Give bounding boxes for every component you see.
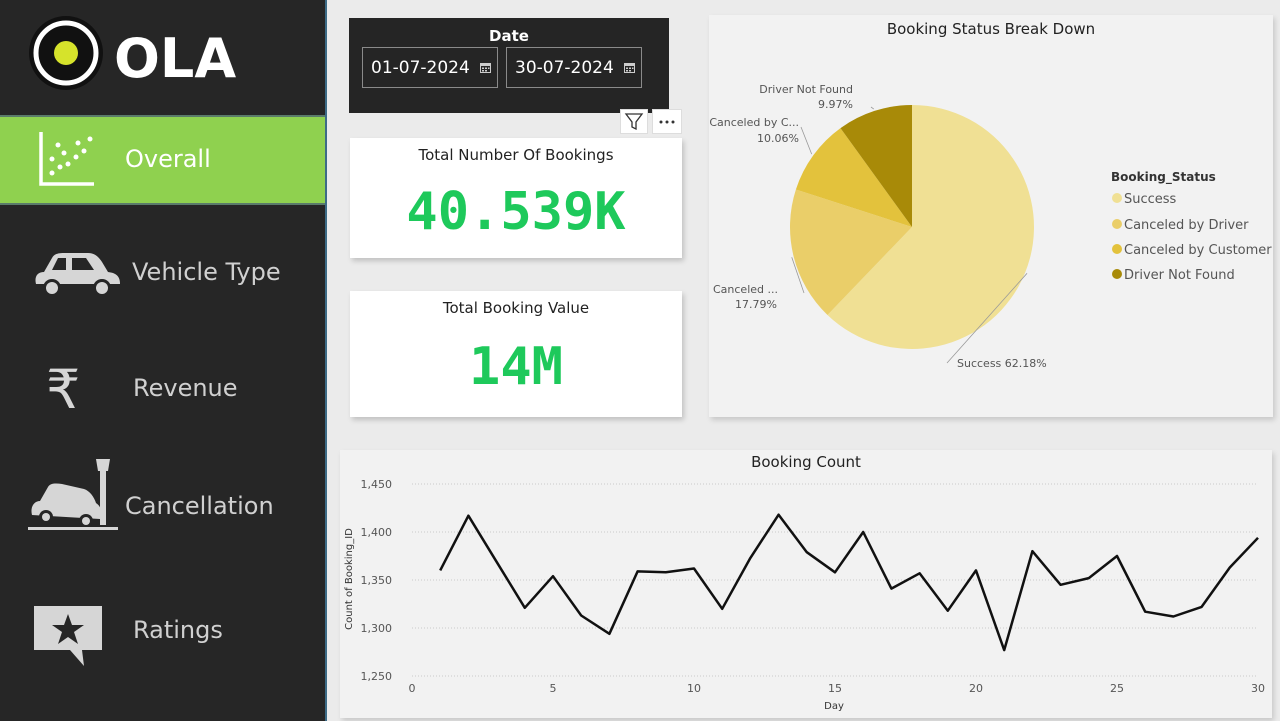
line-grid [412, 483, 1258, 677]
x-tick-label: 20 [969, 682, 983, 695]
x-tick-label: 25 [1110, 682, 1124, 695]
pie-label-success: Success 62.18% [957, 357, 1047, 370]
y-axis-label: Count of Booking_ID [344, 528, 355, 630]
y-tick-label: 1,250 [361, 670, 393, 683]
legend-label: Canceled by Customer [1124, 243, 1272, 258]
kpi-value: 14M [469, 337, 563, 397]
x-tick-label: 30 [1251, 682, 1265, 695]
legend-item-canceled-by-customer[interactable]: Canceled by Customer [1112, 243, 1272, 258]
date-slicer-title: Date [489, 27, 529, 45]
line-chart-title: Booking Count [751, 453, 861, 471]
kpi-title: Total Booking Value [442, 299, 590, 317]
car-crash-icon [28, 459, 118, 530]
end-date-value: 30-07-2024 [515, 58, 614, 78]
car-icon [35, 253, 121, 297]
y-ticks: 1,250 1,300 1,350 1,400 1,450 [361, 478, 393, 683]
filter-icon [624, 113, 644, 131]
scatter-chart-icon [39, 132, 94, 186]
rupee-icon: ₹ [46, 358, 81, 421]
brand-name: OLA [114, 27, 236, 90]
kpi-title: Total Number Of Bookings [418, 146, 614, 164]
pie-label-driver-not-found-pct: 9.97% [818, 98, 853, 111]
y-tick-label: 1,300 [361, 622, 393, 635]
pie-label-driver-not-found: Driver Not Found [759, 83, 853, 96]
pie-leader-line [800, 126, 813, 155]
nav-label-cancellation: Cancellation [125, 492, 274, 520]
nav-item-vehicle-type[interactable]: Vehicle Type [0, 228, 325, 318]
pie-chart: Driver Not Found 9.97% Canceled by C... … [709, 83, 1272, 370]
nav-item-cancellation[interactable]: Cancellation [0, 459, 325, 552]
nav-label-vehicle-type: Vehicle Type [132, 258, 281, 286]
sidebar-edge [325, 0, 327, 721]
date-slicer: Date 01-07-2024 30-07-2024 [349, 18, 669, 113]
nav-item-revenue[interactable]: ₹ Revenue [0, 344, 325, 434]
x-tick-label: 15 [828, 682, 842, 695]
star-comment-icon [34, 606, 102, 666]
ola-logo: OLA [29, 16, 236, 90]
start-date-value: 01-07-2024 [371, 58, 470, 78]
legend-label: Driver Not Found [1124, 268, 1235, 283]
pie-label-canceled-driver-pct: 17.79% [735, 298, 777, 311]
calendar-icon[interactable] [624, 62, 635, 73]
nav-item-ratings[interactable]: Ratings [0, 582, 325, 672]
legend-marker [1112, 193, 1122, 203]
kpi-card-total-booking-value: Total Booking Value 14M [350, 291, 682, 417]
ellipsis-icon [659, 120, 675, 124]
pie-label-canceled-driver: Canceled ... [713, 283, 778, 296]
more-options-button[interactable] [652, 109, 682, 134]
y-tick-label: 1,350 [361, 574, 393, 587]
nav-item-overall[interactable]: Overall [0, 115, 325, 205]
x-ticks: 0 5 10 15 20 25 30 [409, 682, 1266, 695]
legend-marker [1112, 269, 1122, 279]
nav-label-revenue: Revenue [133, 374, 238, 402]
pie-label-canceled-customer-pct: 10.06% [757, 132, 799, 145]
calendar-icon[interactable] [480, 62, 491, 73]
legend-marker [1112, 244, 1122, 254]
start-date-input[interactable]: 01-07-2024 [362, 47, 498, 88]
x-tick-label: 10 [687, 682, 701, 695]
x-tick-label: 5 [550, 682, 557, 695]
kpi-card-total-bookings: Total Number Of Bookings 40.539K [350, 138, 682, 258]
legend-marker [1112, 219, 1122, 229]
line-chart: Booking Count 1,2501,3001,3501,4001,450 … [344, 453, 1266, 712]
legend-title: Booking_Status [1111, 170, 1216, 185]
legend-item-canceled-by-driver[interactable]: Canceled by Driver [1112, 218, 1249, 233]
filter-button[interactable] [620, 109, 648, 134]
x-tick-label: 0 [409, 682, 416, 695]
booking-count-line [439, 513, 1259, 652]
y-tick-label: 1,450 [361, 478, 393, 491]
pie-label-canceled-customer: Canceled by C... [709, 116, 799, 129]
nav-label-overall: Overall [125, 145, 211, 173]
sidebar: OLA Overall Vehicle Type ₹ Revenue Cance… [0, 0, 327, 721]
end-date-input[interactable]: 30-07-2024 [506, 47, 642, 88]
booking-count-line-panel: Booking Count 1,250 1,300 1,350 1,400 1,450 … [340, 450, 1272, 718]
legend-item-driver-not-found[interactable]: Driver Not Found [1112, 268, 1235, 283]
kpi-value: 40.539K [406, 182, 626, 242]
nav-label-ratings: Ratings [133, 616, 223, 644]
legend-label: Success [1124, 192, 1177, 207]
legend-label: Canceled by Driver [1124, 218, 1249, 233]
pie-leader-line [870, 106, 875, 110]
y-tick-label: 1,400 [361, 526, 393, 539]
x-axis-label: Day [824, 701, 844, 712]
legend-item-success[interactable]: Success [1112, 192, 1177, 207]
booking-status-pie-panel: Booking Status Break Down Driver Not Fou… [709, 15, 1273, 417]
